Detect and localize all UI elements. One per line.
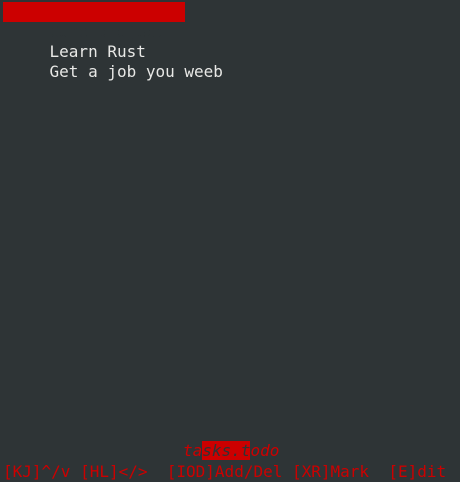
task-item-game-project[interactable]: Game project: [3, 2, 185, 41]
task-list: Game project Learn Rust Get a job you we…: [3, 2, 460, 81]
file-name-highlight: sks.t: [202, 441, 251, 460]
task-item-get-a-job[interactable]: Get a job you weeb: [3, 42, 460, 81]
keybinding-help-bar: [KJ]^/v [HL]</> [IOD]Add/Del [XR]Mark [E…: [3, 462, 447, 481]
task-item-learn-rust[interactable]: Learn Rust: [3, 22, 460, 61]
file-name-prefix: ta: [183, 441, 203, 460]
task-label: Get a job you weeb: [49, 62, 223, 81]
file-name-suffix: odo: [250, 441, 280, 460]
file-name-status: tasks.todo: [183, 441, 279, 461]
